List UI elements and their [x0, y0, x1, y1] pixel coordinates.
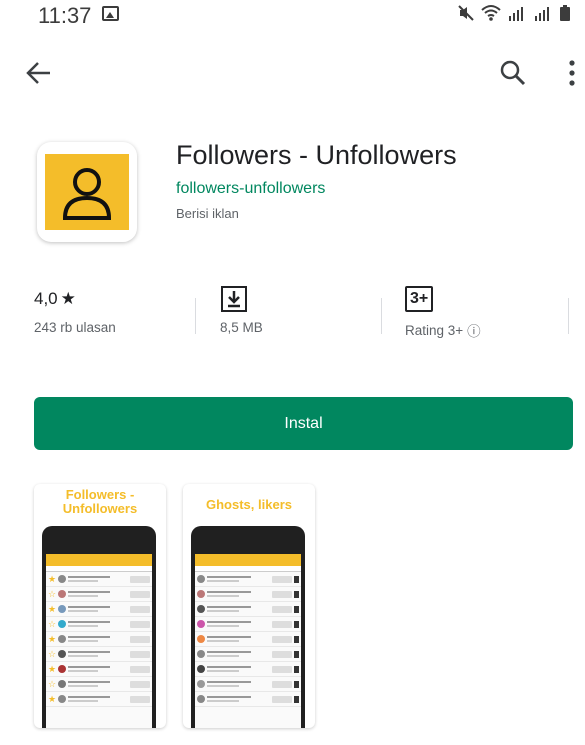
battery-icon — [560, 5, 570, 21]
screenshot-2[interactable]: Ghosts, likers — [183, 484, 315, 728]
age-rating-label: Rating 3+ — [405, 322, 464, 338]
status-time: 11:37 — [38, 3, 92, 28]
app-stats: 4,0 ★ 243 rb ulasan 8,5 MB 3+ Rating 3+ … — [0, 284, 585, 344]
screenshot-1[interactable]: Followers - Unfollowers ★ ☆ ★ ☆ ★ ☆ ★ ☆ … — [34, 484, 166, 728]
rating-stat[interactable]: 4,0 ★ 243 rb ulasan — [34, 284, 116, 335]
divider — [195, 298, 196, 334]
screenshot-caption-line2: Unfollowers — [62, 501, 138, 516]
arrow-back-icon — [26, 62, 50, 84]
signal-2-icon — [535, 7, 549, 21]
phone-mockup — [191, 526, 305, 728]
screenshot-caption-line1: Ghosts, likers — [206, 497, 292, 512]
review-count: 243 rb ulasan — [34, 320, 116, 335]
phone-screen: ★ ☆ ★ ☆ ★ ☆ ★ ☆ ★ — [46, 554, 152, 728]
app-icon-image — [45, 154, 129, 230]
status-bar: 11:37 — [0, 0, 585, 30]
size-value: 8,5 MB — [220, 320, 263, 335]
rating-value: 4,0 — [34, 289, 58, 308]
phone-screen — [195, 554, 301, 728]
search-icon — [500, 60, 526, 86]
more-options-button[interactable] — [565, 58, 579, 88]
person-icon — [62, 168, 112, 220]
screenshot-caption-line1: Followers - — [65, 487, 135, 502]
divider — [568, 298, 569, 334]
status-icons — [457, 4, 571, 22]
search-button[interactable] — [498, 58, 528, 88]
app-title: Followers - Unfollowers — [176, 140, 457, 170]
back-button[interactable] — [24, 58, 54, 88]
star-icon: ★ — [60, 289, 76, 308]
info-icon: ⓘ — [467, 324, 481, 339]
mute-icon — [458, 5, 474, 21]
app-icon — [37, 142, 137, 242]
contains-ads-label: Berisi iklan — [176, 206, 239, 221]
gallery-notification-icon — [102, 6, 119, 21]
size-stat: 8,5 MB — [220, 284, 263, 335]
more-vert-icon — [569, 60, 575, 86]
install-button[interactable]: Instal — [34, 397, 573, 450]
developer-link[interactable]: followers-unfollowers — [176, 180, 325, 198]
signal-icon — [509, 7, 523, 21]
divider — [381, 298, 382, 334]
top-toolbar — [0, 48, 585, 98]
download-icon — [221, 286, 247, 312]
phone-mockup: ★ ☆ ★ ☆ ★ ☆ ★ ☆ ★ — [42, 526, 156, 728]
wifi-icon — [481, 5, 501, 21]
age-rating-stat[interactable]: 3+ Rating 3+ ⓘ — [405, 284, 481, 340]
age-rating-badge: 3+ — [405, 286, 434, 312]
